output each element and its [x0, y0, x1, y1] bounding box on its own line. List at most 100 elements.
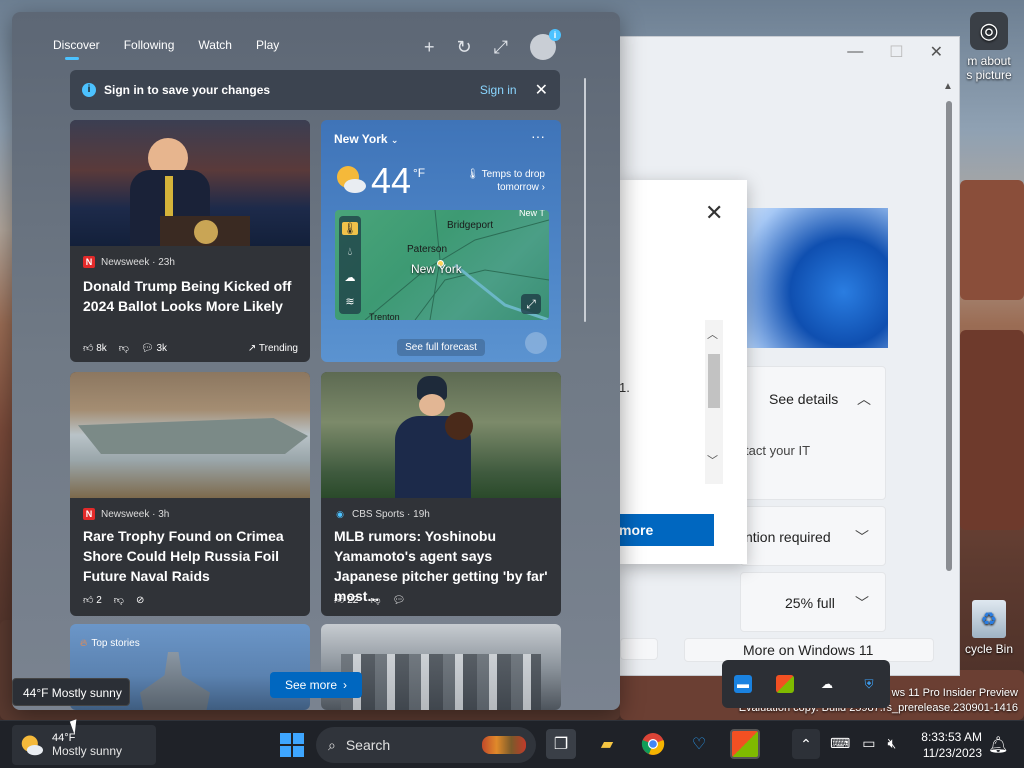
chrome-icon[interactable]	[638, 729, 668, 759]
photo-crowd	[341, 654, 541, 710]
close-button[interactable]: ✕	[930, 42, 943, 62]
weather-provider-icon	[525, 332, 547, 354]
like-count: 22	[347, 595, 359, 606]
fire-icon: 🔥︎	[80, 638, 88, 649]
taskbar-search[interactable]: ⌕ Search	[316, 727, 536, 763]
dialog-close-button[interactable]: ✕	[705, 200, 723, 226]
wind-layer-icon[interactable]: ≋	[345, 295, 354, 308]
comment-button[interactable]: 💬︎ 3k	[141, 343, 167, 354]
scroll-up-icon[interactable]: ▲	[943, 81, 953, 92]
news-source-label: Newsweek · 3h	[101, 508, 170, 520]
clock-date: 11/23/2023	[922, 746, 982, 760]
file-explorer-icon[interactable]: ▰	[592, 729, 622, 759]
map-city-label: Bridgeport	[447, 220, 494, 231]
news-card[interactable]: ◉ CBS Sports · 19h MLB rumors: Yoshinobu…	[321, 372, 561, 616]
chevron-up-icon[interactable]: ︿	[857, 389, 871, 409]
dialog-scrollbar[interactable]: ︿ ﹀	[705, 320, 723, 484]
display-icon[interactable]: ▭	[862, 735, 875, 752]
thumbs-down-icon[interactable]: 👎︎	[114, 594, 124, 606]
news-card[interactable]: N Newsweek · 3h Rare Trophy Found on Cri…	[70, 372, 310, 616]
widgets-scrollbar[interactable]	[584, 78, 586, 322]
comments-disabled-icon[interactable]: ⊘	[136, 595, 144, 606]
more-options-icon[interactable]: ···	[531, 128, 545, 144]
chevron-down-icon[interactable]: ﹀	[855, 593, 869, 613]
avatar[interactable]: i	[530, 29, 562, 60]
expand-icon[interactable]: ⤢	[494, 37, 508, 58]
tab-play[interactable]: Play	[256, 38, 279, 52]
scroll-up-icon[interactable]: ︿	[707, 326, 718, 342]
show-hidden-icons-button[interactable]: ⌃	[792, 729, 820, 759]
maximize-button[interactable]: ☐	[889, 42, 903, 62]
like-button[interactable]: 👍︎ 8k	[83, 342, 107, 354]
news-headline[interactable]: Donald Trump Being Kicked off 2024 Ballo…	[83, 276, 298, 316]
notification-bell-icon[interactable]: 🔔︎	[988, 735, 1008, 755]
info-icon: i	[82, 83, 96, 97]
forecast-link-label: See full forecast	[397, 339, 485, 356]
comment-icon[interactable]: 💬︎	[393, 595, 406, 606]
thumbs-down-icon[interactable]: 👎︎	[119, 342, 129, 354]
scrollbar-thumb[interactable]	[708, 354, 720, 408]
storage-label: 25% full	[785, 595, 835, 611]
weather-note[interactable]: 🌡︎ Temps to drop tomorrow ›	[445, 168, 545, 194]
top-stories-label: 🔥︎ Top stories	[80, 638, 140, 649]
more-on-windows-button[interactable]: More on Windows 11	[684, 638, 934, 662]
tab-following[interactable]: Following	[124, 38, 175, 52]
weather-card[interactable]: New York ⌄ ··· 44 °F 🌡︎ Temps to drop to…	[321, 120, 561, 362]
security-warning-icon[interactable]: ⛨	[860, 675, 878, 693]
signin-link[interactable]: Sign in	[480, 83, 517, 97]
window-scrollbar[interactable]: ▲	[943, 81, 955, 601]
map-city-label: New T	[519, 210, 545, 218]
like-button[interactable]: 👍︎ 2	[83, 594, 102, 606]
add-widget-icon[interactable]: +	[424, 37, 435, 58]
tray-app-icon[interactable]: ▬	[734, 675, 752, 693]
weather-location[interactable]: New York ⌄	[334, 132, 398, 146]
news-actions: 👍︎ 2 👎︎ ⊘	[83, 594, 298, 607]
tab-watch[interactable]: Watch	[198, 38, 232, 52]
taskbar: 44°F Mostly sunny ⌕ Search ❐ ▰ ♡ ⌃ ⌨ ▭ 🔇…	[0, 720, 1024, 768]
taskbar-weather-widget[interactable]: 44°F Mostly sunny	[12, 725, 156, 765]
settings-card-attention[interactable]: ntion required ﹀	[740, 506, 886, 566]
settings-card-storage[interactable]: 25% full ﹀	[740, 572, 886, 632]
like-button[interactable]: 👍︎ 22	[334, 594, 358, 606]
cloud-layer-icon[interactable]: ☁︎	[345, 271, 356, 284]
scroll-down-icon[interactable]: ﹀	[707, 452, 718, 468]
news-photo	[321, 372, 561, 498]
settings-button-left[interactable]	[620, 638, 658, 660]
thumbs-up-icon: 👍︎	[83, 343, 94, 354]
top-stories-text: Top stories	[91, 638, 140, 649]
close-banner-icon[interactable]: ✕	[535, 80, 548, 100]
start-button[interactable]	[280, 733, 304, 757]
task-view-icon[interactable]: ❐	[546, 729, 576, 759]
partly-sunny-icon	[21, 735, 43, 756]
precipitation-layer-icon[interactable]: 💧︎	[348, 246, 352, 259]
chevron-down-icon[interactable]: ﹀	[855, 527, 869, 547]
scrollbar-thumb[interactable]	[946, 101, 952, 571]
tab-discover[interactable]: Discover	[53, 38, 100, 60]
search-icon: ⌕	[328, 736, 336, 753]
learn-more-button[interactable]: more	[619, 514, 714, 546]
trending-icon: ↗	[247, 342, 257, 354]
comment-count: 3k	[156, 342, 167, 354]
expand-map-icon[interactable]: ⤢	[521, 294, 541, 314]
microsoft-store-icon[interactable]	[730, 729, 760, 759]
see-more-button[interactable]: See more ›	[270, 672, 362, 698]
windows-logo-icon	[280, 746, 291, 757]
volume-muted-icon[interactable]: 🔇︎	[887, 735, 896, 752]
news-source: N Newsweek · 23h	[83, 256, 175, 268]
health-app-icon[interactable]: ♡	[684, 729, 714, 759]
thumbs-down-icon[interactable]: 👎︎	[370, 594, 380, 606]
thermometer-layer-icon[interactable]: 🌡︎	[342, 221, 358, 235]
see-details-label[interactable]: See details	[769, 391, 838, 407]
taskbar-clock[interactable]: 8:33:53 AM 11/23/2023	[918, 729, 982, 761]
desktop-icon-recycle-bin[interactable]: ♻ cycle Bin	[954, 600, 1024, 656]
news-card[interactable]: N Newsweek · 23h Donald Trump Being Kick…	[70, 120, 310, 362]
settings-card-details[interactable]: See details ︿ tact your IT	[740, 366, 886, 500]
keyboard-icon[interactable]: ⌨	[830, 735, 850, 752]
onedrive-offline-icon[interactable]: ☁	[818, 675, 836, 693]
minimize-button[interactable]: —	[847, 43, 863, 61]
news-headline[interactable]: Rare Trophy Found on Crimea Shore Could …	[83, 526, 298, 586]
desktop-icon-learn-picture[interactable]: ◎ m about s picture	[954, 12, 1024, 82]
refresh-icon[interactable]: ↻	[457, 37, 472, 58]
store-tray-icon[interactable]	[776, 675, 794, 693]
weather-map[interactable]: 🌡︎ 💧︎ ☁︎ ≋ Bridgeport New T Paterson New…	[335, 210, 549, 320]
